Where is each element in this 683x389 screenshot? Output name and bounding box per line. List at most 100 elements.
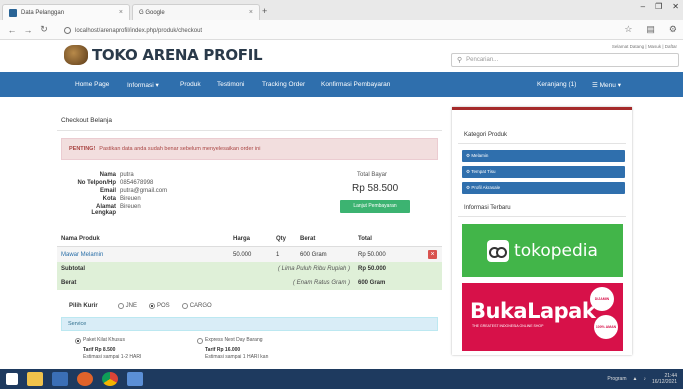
network-icon[interactable]: ▲ xyxy=(633,376,638,382)
courier-label: Pilih Kurir xyxy=(69,303,98,309)
gear-icon: ⚙ xyxy=(466,153,471,158)
service-estimasi: Estimasi sampai 1-2 HARI xyxy=(83,353,142,360)
alert-text: Pastikan data anda sudah benar sebelum m… xyxy=(99,146,261,152)
service-tarif: Tarif Rp 8.500 xyxy=(83,346,116,353)
divider xyxy=(458,143,626,144)
maximize-icon[interactable]: ❐ xyxy=(655,2,662,11)
service-radio[interactable]: Express Next Day Barang xyxy=(197,337,263,344)
extension-icon[interactable]: ▤ xyxy=(646,24,655,35)
cell-qty: 1 xyxy=(272,246,296,262)
empty-cell xyxy=(424,262,442,276)
bukalapak-banner[interactable]: BukaLapak THE GREATEST INDONESIA ONLINE … xyxy=(462,283,623,351)
product-link[interactable]: Mawar Melamin xyxy=(57,246,229,262)
empty-cell xyxy=(424,276,442,290)
subtotal-words: ( Lima Puluh Ribu Rupiah ) xyxy=(229,262,354,276)
site-logo[interactable]: TOKO ARENA PROFIL xyxy=(64,45,263,65)
checkout-panel: Checkout Belanja PENTING! Pastikan data … xyxy=(57,112,442,367)
courier-selector: Pilih Kurir JNE POS CARGO xyxy=(69,303,212,309)
tokopedia-banner[interactable]: tokopedia xyxy=(462,224,623,277)
radio-icon xyxy=(181,303,188,309)
tokopedia-owl-icon xyxy=(487,239,510,262)
nav-konfirmasi-pembayaran[interactable]: Konfirmasi Pembayaran xyxy=(321,81,390,88)
start-windows-icon[interactable] xyxy=(6,373,18,385)
nav-testimoni[interactable]: Testimoni xyxy=(217,81,244,88)
category-melamin[interactable]: ⚙ Melamin xyxy=(462,150,625,162)
total-label: Total Bayar xyxy=(357,172,388,178)
service-radio[interactable]: Paket Kilat Khusus xyxy=(75,337,125,344)
info-value: Bireuen xyxy=(120,196,141,202)
info-label: Kota xyxy=(102,196,116,202)
cart-table: Nama Produk Harga Qty Berat Total Mawar … xyxy=(57,232,442,290)
col-header-empty xyxy=(424,232,442,247)
weight-row: Berat ( Enam Ratus Gram ) 600 Gram xyxy=(57,276,442,290)
url-field[interactable]: localhost/arenaprofil/index.php/produk/c… xyxy=(60,24,620,37)
tab-google[interactable]: G Google × xyxy=(132,4,260,20)
nav-home[interactable]: Home Page xyxy=(75,81,109,88)
settings-icon[interactable]: ⚙ xyxy=(669,24,677,35)
back-icon[interactable]: ← xyxy=(4,25,20,35)
category-title: Kategori Produk xyxy=(464,132,508,138)
table-row: Mawar Melamin 50.000 1 600 Gram Rp 50.00… xyxy=(57,246,442,262)
cart-link[interactable]: Keranjang (1) xyxy=(537,81,576,88)
badge-aman: 100% AMAN xyxy=(594,315,618,339)
close-icon[interactable]: × xyxy=(119,9,123,16)
service-option-1[interactable]: Paket Kilat Khusus Tarif Rp 8.500 Estima… xyxy=(75,337,141,361)
courier-radio-cargo[interactable]: CARGO xyxy=(181,303,212,309)
top-links[interactable]: Selamat Datang | Masuk | Daftar xyxy=(612,44,677,49)
info-label: Email xyxy=(99,188,116,194)
courier-radio-jne[interactable]: JNE xyxy=(117,303,137,309)
gear-icon: ⚙ xyxy=(466,185,471,190)
volume-icon[interactable]: ♪ xyxy=(643,376,646,382)
page-favicon-icon xyxy=(9,8,17,17)
firefox-icon[interactable] xyxy=(77,372,93,386)
category-tempat-tisu[interactable]: ⚙ Tempat Tisu xyxy=(462,166,625,178)
info-icon xyxy=(64,27,71,34)
weight-words: ( Enam Ratus Gram ) xyxy=(229,276,354,290)
nav-produk[interactable]: Produk xyxy=(180,81,201,88)
weight-label: Berat xyxy=(57,276,229,290)
subtotal-label: Subtotal xyxy=(57,262,229,276)
reload-icon[interactable]: ↻ xyxy=(36,24,52,35)
total-value: Rp 58.500 xyxy=(352,183,399,194)
forward-icon[interactable]: → xyxy=(20,25,36,35)
radio-label: POS xyxy=(157,303,170,309)
delete-item-icon[interactable]: × xyxy=(428,250,437,259)
col-header: Qty xyxy=(272,232,296,247)
close-window-icon[interactable]: ✕ xyxy=(672,2,679,11)
info-value: 0854678998 xyxy=(120,180,154,186)
minimize-icon[interactable]: – xyxy=(641,2,645,11)
tab-data-pelanggan[interactable]: Data Pelanggan × xyxy=(2,4,130,20)
tab-label: Data Pelanggan xyxy=(21,9,65,16)
menu-dropdown[interactable]: ☰ Menu ▾ xyxy=(592,81,621,89)
customer-address-row: Alamat Lengkap Bireuen xyxy=(72,204,140,216)
bookmark-star-icon[interactable]: ☆ xyxy=(624,24,632,35)
search-input[interactable]: ⚲ Pencarian... xyxy=(451,53,679,67)
divider xyxy=(458,216,626,217)
app-icon[interactable] xyxy=(52,372,68,386)
file-explorer-icon[interactable] xyxy=(27,372,43,386)
logo-emblem-icon xyxy=(64,45,88,65)
service-option-2[interactable]: Express Next Day Barang Tarif Rp 16.000 … xyxy=(197,337,268,361)
chrome-icon[interactable] xyxy=(102,372,118,386)
col-header: Berat xyxy=(296,232,354,247)
subtotal-value: Rp 50.000 xyxy=(354,262,424,276)
search-icon: ⚲ xyxy=(457,57,463,64)
category-profil[interactable]: ⚙ Profil Akrasale xyxy=(462,182,625,194)
courier-radio-pos[interactable]: POS xyxy=(149,303,170,309)
weight-value: 600 Gram xyxy=(354,276,424,290)
tab-label: G Google xyxy=(139,9,165,16)
category-label: Profil Akrasale xyxy=(471,185,501,190)
subtotal-row: Subtotal ( Lima Puluh Ribu Rupiah ) Rp 5… xyxy=(57,262,442,276)
app-icon[interactable] xyxy=(127,372,143,386)
continue-payment-button[interactable]: Lanjut Pembayaran xyxy=(340,200,410,213)
url-text: localhost/arenaprofil/index.php/produk/c… xyxy=(75,27,203,34)
main-navbar: Home Page Informasi ▾ Produk Testimoni T… xyxy=(0,72,683,97)
close-icon[interactable]: × xyxy=(249,9,253,16)
gear-icon: ⚙ xyxy=(466,169,471,174)
nav-tracking-order[interactable]: Tracking Order xyxy=(262,81,305,88)
new-tab-button[interactable]: + xyxy=(262,6,267,16)
col-header: Nama Produk xyxy=(57,232,229,247)
windows-taskbar: Program ▲ ♪ 21:44 16/12/2021 xyxy=(0,369,683,389)
nav-informasi[interactable]: Informasi ▾ xyxy=(127,81,159,89)
service-name: Express Next Day Barang xyxy=(205,337,263,343)
